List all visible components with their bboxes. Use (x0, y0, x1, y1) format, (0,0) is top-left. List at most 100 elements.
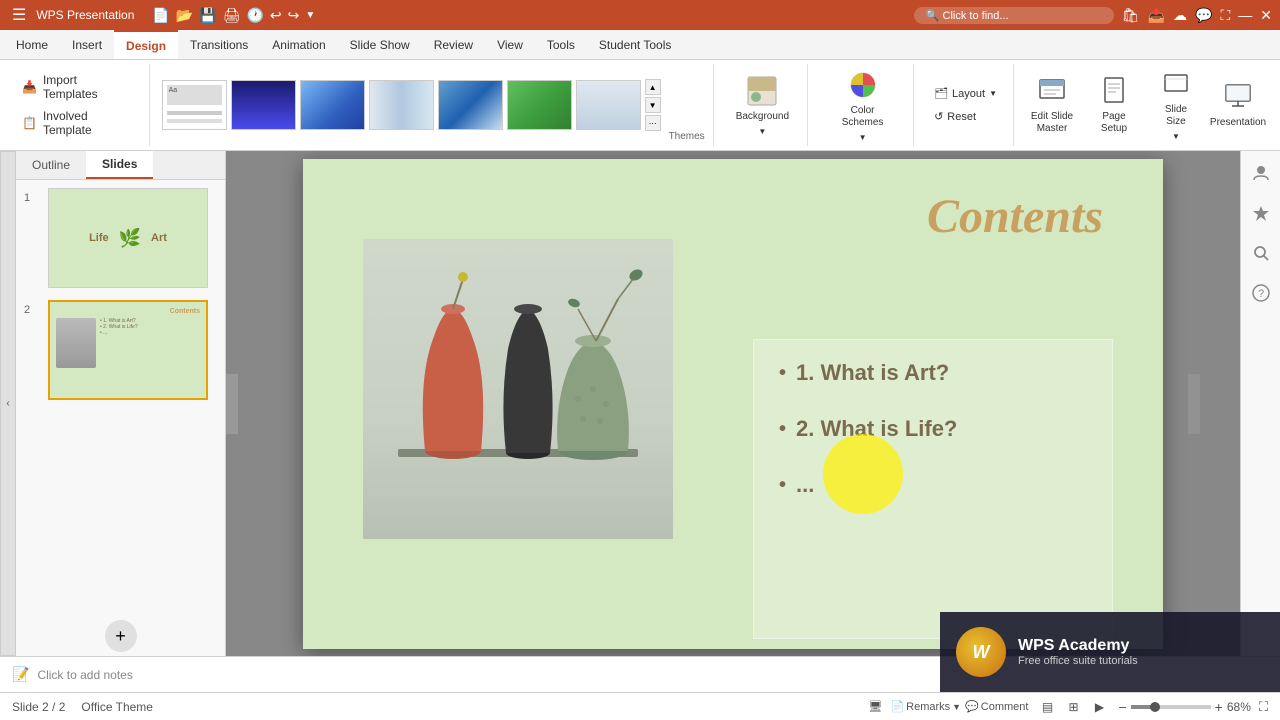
themes-label: Themes (665, 131, 705, 142)
tab-animation[interactable]: Animation (260, 30, 337, 59)
import-templates-button[interactable]: 📥 Import Templates (16, 70, 141, 104)
history-icon[interactable]: 🕐 (246, 7, 263, 24)
color-schemes-dropdown[interactable]: ▼ (859, 133, 867, 142)
grid-view-button[interactable]: ⊞ (1062, 696, 1084, 718)
involved-icon: 📋 (22, 116, 37, 130)
slide-size-button[interactable]: Slide Size ▼ (1146, 63, 1206, 147)
presentation-button[interactable]: Presentation (1208, 76, 1268, 135)
involved-template-button[interactable]: 📋 Involved Template (16, 106, 141, 140)
theme-thumb-2[interactable] (231, 80, 296, 130)
tab-design[interactable]: Design (114, 30, 178, 59)
slide-title: Contents (927, 189, 1103, 244)
reset-icon: ↺ (934, 110, 943, 123)
master-group: Edit Slide Master Page Setup (1018, 64, 1272, 146)
minimize-icon[interactable]: — (1238, 7, 1252, 23)
tab-view[interactable]: View (485, 30, 535, 59)
edit-slide-master-button[interactable]: Edit Slide Master (1022, 70, 1082, 141)
save-icon[interactable]: 💾 (199, 7, 216, 24)
slide2-title: Contents (56, 308, 200, 315)
themes-group: Aa ▲ ▼ ⋯ Themes (154, 64, 714, 146)
theme-scroll-up[interactable]: ▲ (645, 79, 661, 95)
star-button[interactable] (1247, 199, 1275, 227)
zoom-slider-thumb (1150, 702, 1160, 712)
color-schemes-label: Color Schemes (830, 105, 895, 129)
share-icon[interactable]: 📤 (1148, 7, 1165, 24)
slide-image-area (363, 239, 673, 539)
comment-button[interactable]: 💬 Comment (965, 700, 1028, 713)
help-button[interactable]: ? (1247, 279, 1275, 307)
theme-thumb-3[interactable] (300, 80, 365, 130)
fit-window-button[interactable]: ⛶ (1259, 699, 1268, 715)
layout-button[interactable]: 🗂 Layout ▼ (926, 84, 1005, 103)
background-icon (746, 75, 778, 107)
tab-tools[interactable]: Tools (535, 30, 587, 59)
tab-slides[interactable]: Slides (86, 151, 153, 179)
search-bar[interactable]: 🔍 Click to find... (914, 7, 1114, 24)
panel-tabs: Outline Slides (16, 151, 225, 180)
slide-item-2[interactable]: 2 Contents • 1. What is Art? • 2. What i… (24, 300, 217, 400)
search-button[interactable] (1247, 239, 1275, 267)
slide-number-2: 2 (24, 300, 40, 316)
tab-student-tools[interactable]: Student Tools (587, 30, 684, 59)
left-collapse-button[interactable]: ‹ (0, 151, 16, 656)
new-icon[interactable]: 📄 (152, 7, 169, 24)
theme-thumb-5[interactable] (438, 80, 503, 130)
slide-item-1[interactable]: 1 Life 🌿 Art (24, 188, 217, 288)
page-setup-button[interactable]: Page Setup (1084, 70, 1144, 141)
reader-view-button[interactable]: ▶ (1088, 696, 1110, 718)
reset-button[interactable]: ↺ Reset (926, 107, 1005, 126)
status-right: 🖥 📄 Remarks ▼ 💬 Comment ▤ ⊞ ▶ − + 68 (868, 696, 1268, 718)
import-icon: 📥 (22, 80, 37, 94)
slide-canvas[interactable]: Contents (303, 159, 1163, 649)
slide2-content: • 1. What is Art? • 2. What is Life? • .… (56, 318, 200, 368)
background-dropdown[interactable]: ▼ (758, 127, 766, 136)
print-icon[interactable]: 🖨 (223, 7, 241, 24)
zoom-level: 68% (1227, 700, 1251, 714)
fullscreen-icon[interactable]: ⛶ (1220, 7, 1230, 24)
theme-scroll-more[interactable]: ⋯ (645, 115, 661, 131)
wps-logo: W (956, 627, 1006, 677)
zoom-out-button[interactable]: − (1118, 699, 1126, 715)
open-icon[interactable]: 📂 (176, 7, 193, 24)
ai-person-button[interactable] (1247, 159, 1275, 187)
theme-thumb-4[interactable] (369, 80, 434, 130)
theme-thumb-7[interactable] (576, 80, 641, 130)
status-accessibility[interactable]: 🖥 (868, 700, 882, 713)
tab-home[interactable]: Home (4, 30, 60, 59)
theme-thumb-1[interactable]: Aa (162, 80, 227, 130)
tab-insert[interactable]: Insert (60, 30, 114, 59)
zoom-controls: − + 68% (1118, 699, 1250, 715)
remarks-button[interactable]: 📄 Remarks ▼ (890, 700, 961, 713)
slide-info: Slide 2 / 2 (12, 700, 65, 714)
content-dots: ... (796, 472, 814, 498)
store-icon[interactable]: 🛍 (1122, 7, 1140, 24)
close-icon[interactable]: ✕ (1260, 7, 1272, 24)
slide-thumb-2[interactable]: Contents • 1. What is Art? • 2. What is … (48, 300, 208, 400)
color-schemes-button[interactable]: Color Schemes ▼ (820, 63, 905, 148)
cloud-icon[interactable]: ☁ (1173, 7, 1187, 24)
tab-review[interactable]: Review (422, 30, 485, 59)
undo-dropdown-icon[interactable]: ▼ (305, 10, 315, 21)
app-menu-icon[interactable]: ☰ (8, 5, 30, 25)
slide1-life-text: Life (89, 232, 109, 244)
theme-scroll-down[interactable]: ▼ (645, 97, 661, 113)
redo-icon[interactable]: ↪ (288, 7, 300, 24)
title-bar: ☰ WPS Presentation 📄 📂 💾 🖨 🕐 ↩ ↪ ▼ 🔍 Cli… (0, 0, 1280, 30)
theme-thumb-6[interactable] (507, 80, 572, 130)
undo-icon[interactable]: ↩ (270, 7, 282, 24)
zoom-in-button[interactable]: + (1215, 699, 1223, 715)
tab-transitions[interactable]: Transitions (178, 30, 260, 59)
add-slide-button[interactable]: + (105, 620, 137, 652)
slide-thumb-1[interactable]: Life 🌿 Art (48, 188, 208, 288)
tab-slideshow[interactable]: Slide Show (338, 30, 422, 59)
chat-icon[interactable]: 💬 (1195, 7, 1212, 24)
background-button[interactable]: Background ▼ (726, 69, 799, 142)
svg-text:?: ? (1258, 288, 1264, 300)
notes-text: Click to add notes (37, 668, 132, 682)
notes-icon: 📝 (12, 666, 29, 683)
normal-view-button[interactable]: ▤ (1036, 696, 1058, 718)
slide2-text-block: • 1. What is Art? • 2. What is Life? • .… (100, 318, 200, 368)
tab-outline[interactable]: Outline (16, 151, 86, 179)
zoom-slider[interactable] (1131, 705, 1211, 709)
main-area: ‹ Outline Slides 1 Life 🌿 Art 2 (0, 151, 1280, 656)
